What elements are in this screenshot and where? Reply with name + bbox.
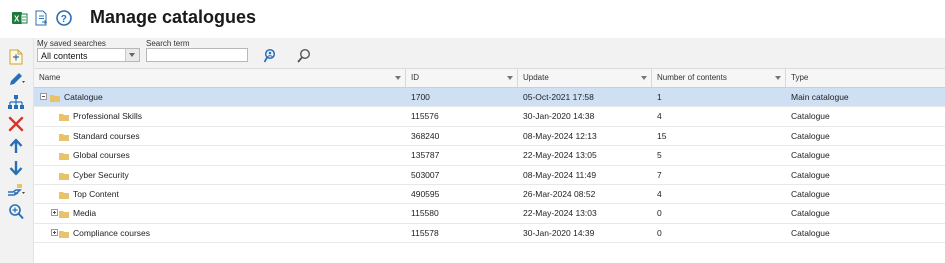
- cell-type: Catalogue: [791, 227, 830, 238]
- cell-count: 7: [657, 169, 662, 180]
- cell-id: 135787: [411, 150, 440, 161]
- table-row[interactable]: Global courses 135787 22-May-2024 13:05 5 Ca…: [34, 146, 945, 166]
- cell-update: 30-Jan-2020 14:38: [523, 111, 595, 122]
- cell-update: 22-May-2024 13:05: [523, 150, 597, 161]
- saved-searches-value: All contents: [41, 51, 88, 61]
- cell-type: Catalogue: [791, 130, 830, 141]
- edit-pencil-icon[interactable]: [7, 70, 25, 88]
- collapse-minus-icon[interactable]: [40, 93, 47, 100]
- cell-update: 08-May-2024 11:49: [523, 169, 597, 180]
- cell-id: 115576: [411, 111, 439, 122]
- cell-count: 5: [657, 150, 662, 161]
- column-label: Number of contents: [657, 73, 727, 82]
- zoom-search-icon[interactable]: [7, 203, 25, 221]
- cell-update: 08-May-2024 12:13: [523, 130, 597, 141]
- cell-name[interactable]: Top Content: [68, 185, 119, 204]
- cell-name[interactable]: Catalogue: [59, 88, 103, 107]
- column-label: Name: [39, 73, 61, 82]
- column-header-id[interactable]: ID: [406, 69, 518, 87]
- cell-type: Catalogue: [791, 111, 830, 122]
- export-document-icon[interactable]: [33, 9, 51, 27]
- page-title: Manage catalogues: [90, 7, 257, 27]
- share-hand-icon[interactable]: [7, 181, 25, 199]
- search-term-input[interactable]: [146, 48, 248, 62]
- svg-text:X: X: [14, 15, 20, 24]
- cell-count: 4: [657, 188, 662, 199]
- saved-searches-label: My saved searches: [37, 39, 106, 48]
- cell-id: 503007: [411, 169, 440, 180]
- saved-searches-select[interactable]: All contents: [37, 48, 140, 62]
- cell-update: 26-Mar-2024 08:52: [523, 188, 596, 199]
- cell-name[interactable]: Standard courses: [68, 127, 140, 146]
- svg-text:?: ?: [61, 14, 67, 25]
- grid-body: Catalogue 1700 05-Oct-2021 17:58 1 Main cata…: [34, 88, 945, 244]
- catalogue-grid: Name ID Update Number of contents Type C…: [34, 68, 945, 244]
- expand-plus-icon[interactable]: [51, 209, 58, 217]
- cell-id: 1700: [411, 92, 430, 102]
- table-row[interactable]: Compliance courses 115578 30-Jan-2020 14:3…: [34, 224, 945, 244]
- column-menu-icon[interactable]: [507, 76, 513, 80]
- column-label: Type: [791, 73, 809, 82]
- cell-name[interactable]: Cyber Security: [68, 166, 129, 185]
- column-label: Update: [523, 73, 549, 82]
- cell-type: Catalogue: [791, 188, 830, 199]
- move-down-icon[interactable]: [7, 159, 25, 177]
- top-bar: X ? Manage catalogues: [0, 0, 945, 38]
- table-row[interactable]: Top Content 490595 26-Mar-2024 08:52 4 Catal…: [34, 185, 945, 205]
- cell-id: 115580: [411, 208, 439, 219]
- left-toolbar: [0, 38, 34, 263]
- cell-name[interactable]: Professional Skills: [68, 107, 142, 126]
- column-header-type[interactable]: Type: [786, 69, 945, 87]
- search-icon[interactable]: [296, 48, 312, 64]
- cell-type: Catalogue: [791, 169, 830, 180]
- column-menu-icon[interactable]: [641, 76, 647, 80]
- cell-update: 30-Jan-2020 14:39: [523, 227, 595, 238]
- column-label: ID: [411, 73, 419, 82]
- cell-count: 15: [657, 130, 667, 141]
- table-row[interactable]: Professional Skills 115576 30-Jan-2020 14:…: [34, 107, 945, 127]
- search-person-icon[interactable]: [263, 48, 279, 64]
- cell-type: Main catalogue: [791, 92, 849, 102]
- grid-header: Name ID Update Number of contents Type: [34, 68, 945, 88]
- hierarchy-icon[interactable]: [7, 93, 25, 111]
- column-header-count[interactable]: Number of contents: [652, 69, 786, 87]
- column-header-name[interactable]: Name: [34, 69, 406, 87]
- table-row[interactable]: Cyber Security 503007 08-May-2024 11:49 7 Ca…: [34, 166, 945, 185]
- cell-name[interactable]: Global courses: [68, 146, 130, 165]
- column-header-update[interactable]: Update: [518, 69, 652, 87]
- new-document-icon[interactable]: [7, 48, 25, 66]
- cell-id: 115578: [411, 227, 439, 238]
- column-menu-icon[interactable]: [395, 76, 401, 80]
- cell-count: 0: [657, 208, 662, 219]
- cell-count: 1: [657, 92, 662, 102]
- cell-update: 22-May-2024 13:03: [523, 208, 597, 219]
- move-up-icon[interactable]: [7, 137, 25, 155]
- cell-id: 368240: [411, 130, 440, 141]
- cell-name[interactable]: Media: [68, 204, 96, 223]
- table-row[interactable]: Media 115580 22-May-2024 13:03 0 Catalogue: [34, 204, 945, 224]
- cell-type: Catalogue: [791, 208, 830, 219]
- cell-count: 0: [657, 227, 662, 238]
- chevron-down-icon[interactable]: [125, 49, 139, 61]
- delete-icon[interactable]: [7, 115, 25, 133]
- cell-id: 490595: [411, 188, 440, 199]
- cell-name[interactable]: Compliance courses: [68, 224, 150, 243]
- column-menu-icon[interactable]: [775, 76, 781, 80]
- help-icon[interactable]: ?: [55, 9, 73, 27]
- cell-type: Catalogue: [791, 150, 830, 161]
- excel-export-icon[interactable]: X: [11, 9, 29, 27]
- table-row[interactable]: Standard courses 368240 08-May-2024 12:13 1…: [34, 127, 945, 147]
- cell-count: 4: [657, 111, 662, 122]
- table-row[interactable]: Catalogue 1700 05-Oct-2021 17:58 1 Main cata…: [34, 88, 945, 108]
- search-term-label: Search term: [146, 39, 190, 48]
- expand-plus-icon[interactable]: [51, 228, 58, 236]
- cell-update: 05-Oct-2021 17:58: [523, 92, 594, 102]
- filter-bar: My saved searches All contents Search te…: [34, 38, 945, 68]
